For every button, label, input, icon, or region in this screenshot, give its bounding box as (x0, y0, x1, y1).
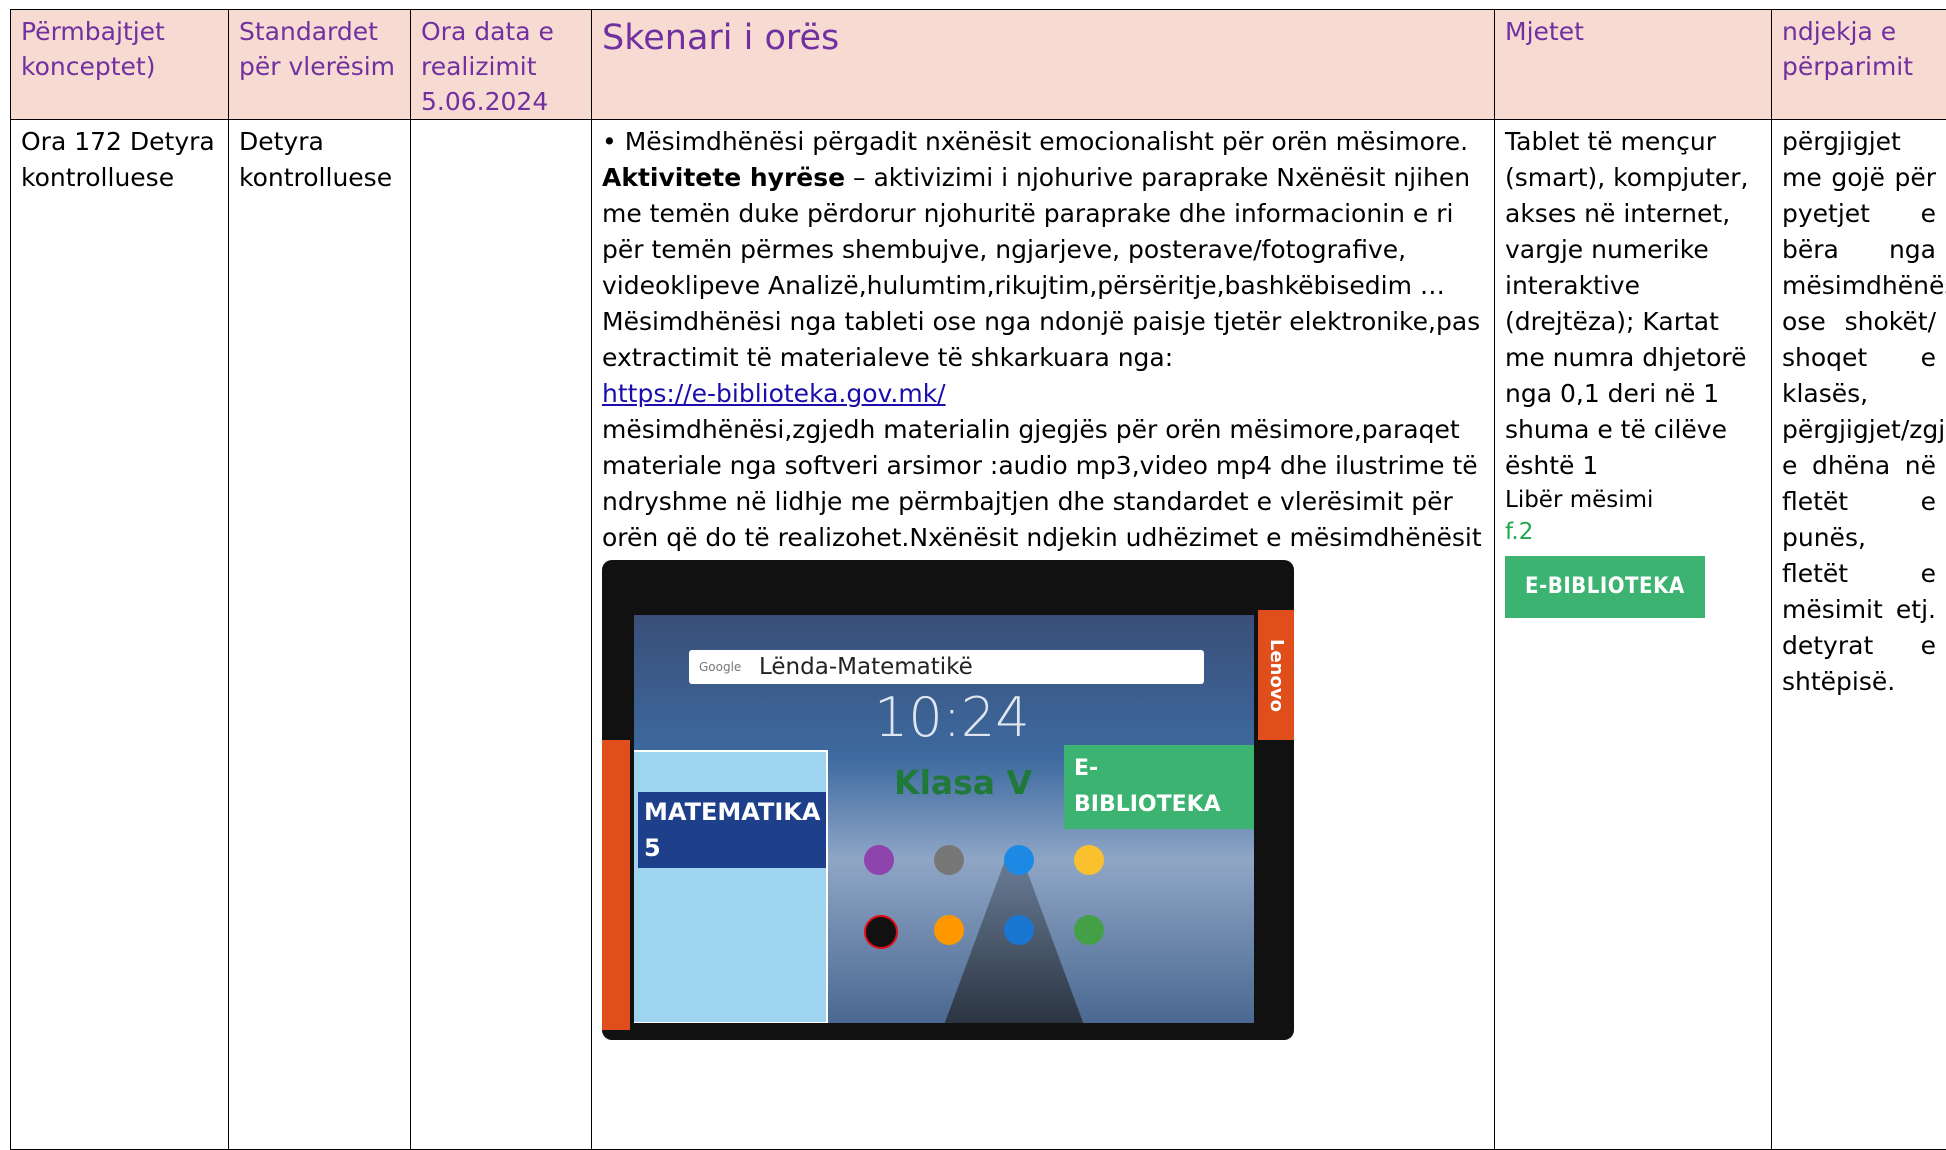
lesson-date (411, 120, 592, 1150)
google-logo: Google (699, 650, 741, 684)
tablet-screen: Google Lënda-Matematikë 10:24 E-BIBLIOTE… (634, 615, 1254, 1023)
tablet-search-bar: Google Lënda-Matematikë (689, 650, 1204, 684)
tablet-ebiblioteka-badge: E-BIBLIOTEKA (1064, 745, 1254, 829)
scenario-bold-heading: Aktivitete hyrëse (602, 163, 845, 192)
math-book-cover: MATEMATIKA 5 (634, 750, 828, 1023)
header-scenario: Skenari i orës (592, 10, 1495, 120)
header-date: Ora data e realizimit 5.06.2024 (411, 10, 592, 120)
lesson-content: Ora 172 Detyra kontrolluese (11, 120, 229, 1150)
textbook-label: Libër mësimi (1505, 484, 1761, 516)
messages-app-icon (1004, 915, 1034, 945)
play-store-icon (1074, 915, 1104, 945)
lesson-row: Ora 172 Detyra kontrolluese Detyra kontr… (11, 120, 1946, 1150)
netflix-app-icon (864, 915, 898, 949)
header-contents: Përmbajtjet konceptet) (11, 10, 229, 120)
tablet-side-panel (602, 740, 630, 1030)
scenario-intro: • Mësimdhënësi përgadit nxënësit emocion… (602, 124, 1484, 160)
settings-app-icon (934, 845, 964, 875)
scenario-activities-text: – aktivizimi i njohurive paraprake Nxënë… (602, 163, 1480, 372)
tools-cell: Tablet të mençur (smart), kompjuter, aks… (1495, 120, 1772, 1150)
lenovo-brand-label: Lenovo (1258, 610, 1294, 740)
tablet-klasa-label: Klasa V (894, 765, 1032, 801)
header-tools: Mjetet (1495, 10, 1772, 120)
ebiblioteka-badge: E-BIBLIOTEKA (1505, 556, 1705, 618)
tablet-clock: 10:24 (874, 700, 1030, 736)
lesson-plan-table: Përmbajtjet konceptet) Standardet për vl… (10, 9, 1946, 1150)
scenario-activities: Aktivitete hyrëse – aktivizimi i njohuri… (602, 160, 1484, 376)
tablet-image: Google Lënda-Matematikë 10:24 E-BIBLIOTE… (602, 560, 1294, 1040)
header-standards: Standardet për vlerësim (229, 10, 411, 120)
chrome-app-icon (1074, 845, 1104, 875)
progress-cell: përgjigjet me gojë për pyetjet e bëra ng… (1772, 120, 1946, 1150)
photos-app-icon (934, 915, 964, 945)
header-row: Përmbajtjet konceptet) Standardet për vl… (11, 10, 1946, 120)
scenario-cell: • Mësimdhënësi përgadit nxënësit emocion… (592, 120, 1495, 1150)
tablet-search-text: Lënda-Matematikë (759, 650, 973, 684)
figure-ref: f.2 (1505, 516, 1761, 548)
e-biblioteka-link[interactable]: https://e-biblioteka.gov.mk/ (602, 379, 946, 408)
camera-app-icon (864, 845, 894, 875)
lesson-standard: Detyra kontrolluese (229, 120, 411, 1150)
scenario-instructions: mësimdhënësi,zgjedh materialin gjegjës p… (602, 412, 1484, 556)
duo-app-icon (1004, 845, 1034, 875)
book-title: MATEMATIKA 5 (638, 792, 826, 868)
header-progress: ndjekja e përparimit (1772, 10, 1946, 120)
tools-list: Tablet të mençur (smart), kompjuter, aks… (1505, 124, 1761, 484)
